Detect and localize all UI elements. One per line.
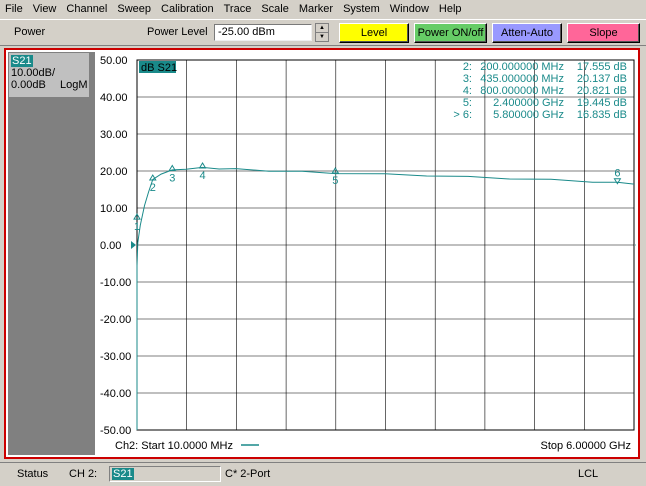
marker-row-value: 16.835 dB: [577, 109, 627, 121]
status-bar: Status CH 2: S21 C* 2-Port LCL: [0, 462, 646, 486]
menu-file[interactable]: File: [0, 0, 28, 19]
x-start-label: Ch2: Start 10.0000 MHz: [115, 440, 233, 452]
menu-view[interactable]: View: [28, 0, 62, 19]
menu-window[interactable]: Window: [385, 0, 434, 19]
marker-row-freq: 2.400000 GHz: [493, 97, 564, 109]
power-toolbar: Power Power Level -25.00 dBm ▲ ▼ Level P…: [0, 19, 646, 46]
trace-label-text: dB S21: [141, 62, 177, 74]
toolbar-title: Power: [14, 26, 46, 38]
marker-row-label: 4:: [463, 85, 472, 97]
menu-channel[interactable]: Channel: [61, 0, 112, 19]
trace-tag[interactable]: S21: [11, 55, 33, 67]
reference-left-icon: [131, 241, 136, 249]
s21-chart[interactable]: 50.00 40.00 30.00 20.00 10.00 0.00 -10.00 -20.0…: [96, 52, 640, 455]
marker-row-freq: 200.000000 MHz: [480, 61, 564, 73]
marker-row-label: 5:: [463, 97, 472, 109]
remote-local-status: LCL: [578, 468, 599, 480]
spin-up-icon[interactable]: ▲: [316, 24, 328, 33]
slope-button[interactable]: Slope: [567, 23, 640, 43]
cal-status: C* 2-Port: [225, 468, 271, 480]
reference-right-icon: [635, 241, 640, 249]
active-trace: S21: [112, 468, 134, 480]
marker-label: 1: [134, 221, 140, 233]
marker-label: 6: [614, 168, 620, 180]
trace-format: LogM: [60, 79, 88, 91]
y-tick-label: -50.00: [100, 425, 131, 437]
trace-scale: 10.00dB/: [11, 67, 56, 79]
y-tick-label: 0.00: [100, 240, 121, 252]
marker-triangle: [331, 167, 340, 174]
spin-down-icon[interactable]: ▼: [316, 33, 328, 41]
menu-bar: File View Channel Sweep Calibration Trace Scal…: [0, 0, 646, 19]
measurement-window: S21 10.00dB/ 0.00dB LogM 50.00 40.00 30.00…: [4, 48, 640, 459]
trace-info-box[interactable]: S21 10.00dB/ 0.00dB LogM: [9, 53, 89, 97]
y-tick-label: -40.00: [100, 388, 131, 400]
status-label: Status: [17, 468, 49, 480]
power-level-input[interactable]: -25.00 dBm: [214, 24, 312, 41]
y-tick-label: 40.00: [100, 92, 128, 104]
y-tick-label: -30.00: [100, 351, 131, 363]
marker-row-value: 17.555 dB: [577, 61, 627, 73]
marker-label: 4: [200, 170, 206, 182]
y-tick-label: -20.00: [100, 314, 131, 326]
trace-panel: S21 10.00dB/ 0.00dB LogM: [8, 52, 95, 455]
marker-row-value: 19.445 dB: [577, 97, 627, 109]
y-tick-label: 50.00: [100, 55, 128, 67]
trace-ref: 0.00dB: [11, 79, 46, 91]
power-level-label: Power Level: [147, 26, 208, 38]
marker-row-freq: 5.800000 GHz: [493, 109, 564, 121]
atten-auto-button[interactable]: Atten-Auto: [492, 23, 562, 43]
y-tick-label: 30.00: [100, 129, 128, 141]
y-tick-label: -10.00: [100, 277, 131, 289]
marker-label: 3: [169, 172, 175, 184]
menu-sweep[interactable]: Sweep: [112, 0, 156, 19]
plot-area[interactable]: 50.00 40.00 30.00 20.00 10.00 0.00 -10.00 -20.0…: [96, 52, 640, 455]
x-stop-label: Stop 6.00000 GHz: [540, 440, 631, 452]
marker-row-freq: 435.000000 MHz: [480, 73, 564, 85]
marker-row-label: > 6:: [453, 109, 472, 121]
menu-help[interactable]: Help: [434, 0, 467, 19]
menu-marker[interactable]: Marker: [294, 0, 338, 19]
marker-row-freq: 800.000000 MHz: [480, 85, 564, 97]
power-level-spinner[interactable]: ▲ ▼: [315, 23, 329, 42]
marker-row-label: 2:: [463, 61, 472, 73]
level-button[interactable]: Level: [339, 23, 409, 43]
active-trace-field[interactable]: S21: [109, 466, 221, 482]
menu-calibration[interactable]: Calibration: [156, 0, 219, 19]
marker-row-label: 3:: [463, 73, 472, 85]
marker-row-value: 20.821 dB: [577, 85, 627, 97]
menu-trace[interactable]: Trace: [219, 0, 257, 19]
y-tick-label: 10.00: [100, 203, 128, 215]
y-tick-label: 20.00: [100, 166, 128, 178]
marker-row-value: 20.137 dB: [577, 73, 627, 85]
power-on-off-button[interactable]: Power ON/off: [414, 23, 487, 43]
channel-label: CH 2:: [69, 468, 98, 480]
marker-label: 5: [332, 175, 338, 187]
menu-system[interactable]: System: [338, 0, 385, 19]
menu-scale[interactable]: Scale: [256, 0, 294, 19]
marker-label: 2: [150, 182, 156, 194]
